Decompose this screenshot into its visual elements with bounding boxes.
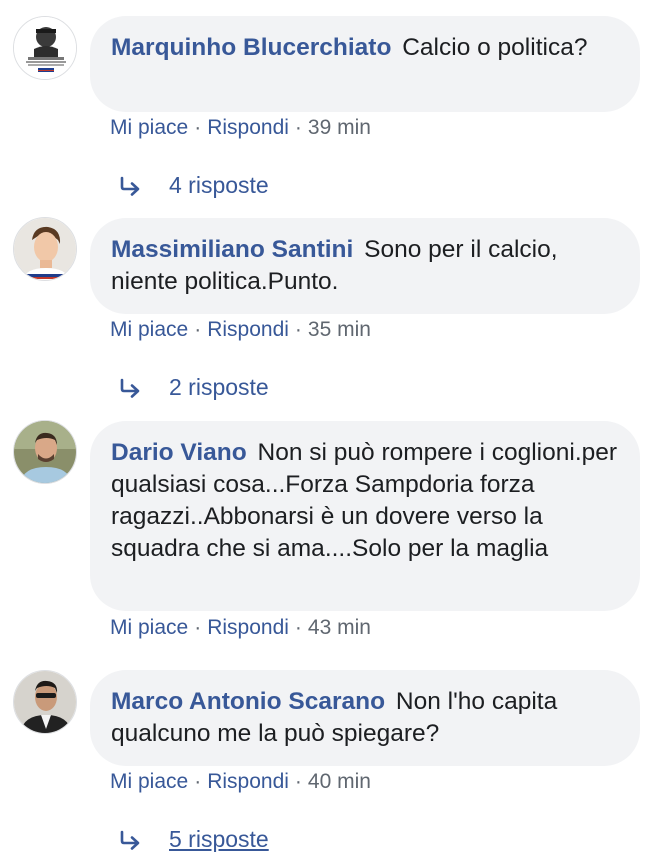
view-replies-link[interactable]: 5 risposte xyxy=(118,826,269,853)
like-link[interactable]: Mi piace xyxy=(110,770,188,793)
person-avatar-icon xyxy=(14,671,76,733)
comment-timestamp[interactable]: 40 min xyxy=(308,770,371,793)
replies-count-label[interactable]: 2 risposte xyxy=(169,374,269,401)
comment-bubble: Dario Viano Non si può rompere i coglion… xyxy=(90,421,640,611)
separator-dot: · xyxy=(294,616,302,639)
comment-timestamp[interactable]: 35 min xyxy=(308,318,371,341)
comment-actions: Mi piace · Rispondi · 43 min xyxy=(110,616,371,640)
comment-text: Calcio o politica? xyxy=(402,34,588,61)
person-avatar-icon xyxy=(14,218,76,280)
reply-link[interactable]: Rispondi xyxy=(207,116,289,139)
comment-author[interactable]: Massimiliano Santini xyxy=(111,236,353,263)
avatar[interactable] xyxy=(13,217,77,281)
comment-actions: Mi piace · Rispondi · 40 min xyxy=(110,770,371,794)
avatar[interactable] xyxy=(13,16,77,80)
view-replies-link[interactable]: 2 risposte xyxy=(118,374,269,401)
separator-dot: · xyxy=(294,318,302,341)
comment-author[interactable]: Marco Antonio Scarano xyxy=(111,688,385,715)
reply-link[interactable]: Rispondi xyxy=(207,318,289,341)
view-replies-link[interactable]: 4 risposte xyxy=(118,172,269,199)
comment-actions: Mi piace · Rispondi · 35 min xyxy=(110,318,371,342)
comment-actions: Mi piace · Rispondi · 39 min xyxy=(110,116,371,140)
comment-bubble: Marco Antonio Scarano Non l'ho capita qu… xyxy=(90,670,640,766)
reply-link[interactable]: Rispondi xyxy=(207,770,289,793)
like-link[interactable]: Mi piace xyxy=(110,116,188,139)
avatar[interactable] xyxy=(13,670,77,734)
comment-author[interactable]: Marquinho Blucerchiato xyxy=(111,34,391,61)
comment-timestamp[interactable]: 43 min xyxy=(308,616,371,639)
separator-dot: · xyxy=(294,116,302,139)
comment-timestamp[interactable]: 39 min xyxy=(308,116,371,139)
separator-dot: · xyxy=(194,770,202,793)
separator-dot: · xyxy=(194,616,202,639)
reply-link[interactable]: Rispondi xyxy=(207,616,289,639)
separator-dot: · xyxy=(294,770,302,793)
avatar[interactable] xyxy=(13,420,77,484)
reply-arrow-icon xyxy=(118,175,144,197)
logo-avatar-icon xyxy=(14,17,76,79)
separator-dot: · xyxy=(194,116,202,139)
replies-count-label[interactable]: 4 risposte xyxy=(169,172,269,199)
comment-author[interactable]: Dario Viano xyxy=(111,439,247,466)
separator-dot: · xyxy=(194,318,202,341)
like-link[interactable]: Mi piace xyxy=(110,318,188,341)
reply-arrow-icon xyxy=(118,829,144,851)
comment-thread: Marquinho Blucerchiato Calcio o politica… xyxy=(0,0,672,862)
reply-arrow-icon xyxy=(118,377,144,399)
replies-count-label[interactable]: 5 risposte xyxy=(169,826,269,853)
comment-bubble: Marquinho Blucerchiato Calcio o politica… xyxy=(90,16,640,112)
person-avatar-icon xyxy=(14,421,76,483)
comment-bubble: Massimiliano Santini Sono per il calcio,… xyxy=(90,218,640,314)
like-link[interactable]: Mi piace xyxy=(110,616,188,639)
